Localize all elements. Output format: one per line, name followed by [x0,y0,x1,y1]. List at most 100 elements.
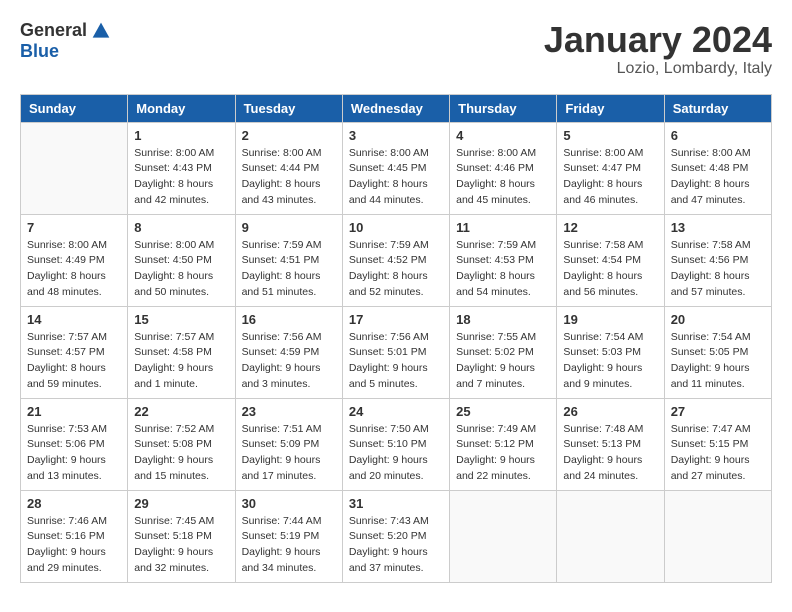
calendar-day-cell: 25Sunrise: 7:49 AMSunset: 5:12 PMDayligh… [450,398,557,490]
day-number: 3 [349,128,443,143]
day-number: 1 [134,128,228,143]
day-number: 4 [456,128,550,143]
calendar-day-cell: 11Sunrise: 7:59 AMSunset: 4:53 PMDayligh… [450,214,557,306]
day-info: Sunrise: 7:57 AMSunset: 4:58 PMDaylight:… [134,330,228,393]
calendar-day-cell: 29 Sunrise: 7:45 AMSunset: 5:18 PMDayligh… [128,490,235,582]
calendar-week-row: 28 Sunrise: 7:46 AMSunset: 5:16 PMDayligh… [21,490,772,582]
day-info: Sunrise: 8:00 AMSunset: 4:43 PMDaylight:… [134,146,228,209]
day-info: Sunrise: 7:59 AMSunset: 4:51 PMDaylight:… [242,238,336,301]
day-info: Sunrise: 8:00 AMSunset: 4:50 PMDaylight:… [134,238,228,301]
calendar-day-cell [450,490,557,582]
month-title: January 2024 [544,20,772,60]
day-info: Sunrise: 7:54 AMSunset: 5:03 PMDaylight:… [563,330,657,393]
column-header-sunday: Sunday [21,94,128,122]
day-number: 27 [671,404,765,419]
calendar-table: SundayMondayTuesdayWednesdayThursdayFrid… [20,94,772,583]
day-info: Sunrise: 7:45 AMSunset: 5:18 PMDaylight:… [134,514,228,577]
day-number: 28 [27,496,121,511]
calendar-day-cell: 5Sunrise: 8:00 AMSunset: 4:47 PMDaylight… [557,122,664,214]
calendar-day-cell: 9 Sunrise: 7:59 AMSunset: 4:51 PMDaylight… [235,214,342,306]
calendar-day-cell [21,122,128,214]
day-info: Sunrise: 7:43 AMSunset: 5:20 PMDaylight:… [349,514,443,577]
calendar-day-cell: 13 Sunrise: 7:58 AMSunset: 4:56 PMDayligh… [664,214,771,306]
logo: General Blue [20,20,111,62]
day-info: Sunrise: 7:58 AMSunset: 4:54 PMDaylight:… [563,238,657,301]
day-info: Sunrise: 7:46 AMSunset: 5:16 PMDaylight:… [27,514,121,577]
day-number: 20 [671,312,765,327]
calendar-day-cell: 18 Sunrise: 7:55 AMSunset: 5:02 PMDayligh… [450,306,557,398]
calendar-day-cell: 10Sunrise: 7:59 AMSunset: 4:52 PMDayligh… [342,214,449,306]
day-info: Sunrise: 7:58 AMSunset: 4:56 PMDaylight:… [671,238,765,301]
day-info: Sunrise: 8:00 AMSunset: 4:45 PMDaylight:… [349,146,443,209]
calendar-day-cell: 7 Sunrise: 8:00 AMSunset: 4:49 PMDaylight… [21,214,128,306]
calendar-week-row: 7 Sunrise: 8:00 AMSunset: 4:49 PMDaylight… [21,214,772,306]
day-number: 25 [456,404,550,419]
calendar-week-row: 1 Sunrise: 8:00 AMSunset: 4:43 PMDaylight… [21,122,772,214]
calendar-day-cell: 31 Sunrise: 7:43 AMSunset: 5:20 PMDayligh… [342,490,449,582]
day-number: 11 [456,220,550,235]
calendar-day-cell: 21 Sunrise: 7:53 AMSunset: 5:06 PMDayligh… [21,398,128,490]
day-number: 12 [563,220,657,235]
calendar-day-cell: 14 Sunrise: 7:57 AMSunset: 4:57 PMDayligh… [21,306,128,398]
day-info: Sunrise: 7:55 AMSunset: 5:02 PMDaylight:… [456,330,550,393]
logo-general-text: General [20,20,87,41]
day-number: 2 [242,128,336,143]
day-info: Sunrise: 8:00 AMSunset: 4:49 PMDaylight:… [27,238,121,301]
calendar-week-row: 14 Sunrise: 7:57 AMSunset: 4:57 PMDayligh… [21,306,772,398]
calendar-day-cell [664,490,771,582]
day-info: Sunrise: 7:54 AMSunset: 5:05 PMDaylight:… [671,330,765,393]
day-number: 15 [134,312,228,327]
day-info: Sunrise: 7:51 AMSunset: 5:09 PMDaylight:… [242,422,336,485]
day-info: Sunrise: 7:56 AMSunset: 4:59 PMDaylight:… [242,330,336,393]
calendar-day-cell: 23 Sunrise: 7:51 AMSunset: 5:09 PMDayligh… [235,398,342,490]
calendar-day-cell: 16 Sunrise: 7:56 AMSunset: 4:59 PMDayligh… [235,306,342,398]
page-header: General Blue January 2024 Lozio, Lombard… [20,20,772,78]
calendar-day-cell [557,490,664,582]
day-number: 14 [27,312,121,327]
calendar-day-cell: 12 Sunrise: 7:58 AMSunset: 4:54 PMDayligh… [557,214,664,306]
day-info: Sunrise: 7:44 AMSunset: 5:19 PMDaylight:… [242,514,336,577]
calendar-day-cell: 30 Sunrise: 7:44 AMSunset: 5:19 PMDayligh… [235,490,342,582]
calendar-day-cell: 26 Sunrise: 7:48 AMSunset: 5:13 PMDayligh… [557,398,664,490]
calendar-day-cell: 15 Sunrise: 7:57 AMSunset: 4:58 PMDayligh… [128,306,235,398]
logo-icon [91,21,111,41]
day-number: 8 [134,220,228,235]
calendar-day-cell: 4Sunrise: 8:00 AMSunset: 4:46 PMDaylight… [450,122,557,214]
day-number: 16 [242,312,336,327]
calendar-day-cell: 8 Sunrise: 8:00 AMSunset: 4:50 PMDaylight… [128,214,235,306]
day-number: 21 [27,404,121,419]
day-number: 18 [456,312,550,327]
day-info: Sunrise: 7:57 AMSunset: 4:57 PMDaylight:… [27,330,121,393]
day-number: 23 [242,404,336,419]
day-number: 31 [349,496,443,511]
calendar-week-row: 21 Sunrise: 7:53 AMSunset: 5:06 PMDayligh… [21,398,772,490]
day-number: 9 [242,220,336,235]
column-header-friday: Friday [557,94,664,122]
column-header-monday: Monday [128,94,235,122]
day-info: Sunrise: 7:53 AMSunset: 5:06 PMDaylight:… [27,422,121,485]
day-number: 13 [671,220,765,235]
day-info: Sunrise: 7:48 AMSunset: 5:13 PMDaylight:… [563,422,657,485]
calendar-header-row: SundayMondayTuesdayWednesdayThursdayFrid… [21,94,772,122]
day-number: 30 [242,496,336,511]
calendar-day-cell: 2 Sunrise: 8:00 AMSunset: 4:44 PMDaylight… [235,122,342,214]
calendar-day-cell: 19 Sunrise: 7:54 AMSunset: 5:03 PMDayligh… [557,306,664,398]
day-number: 19 [563,312,657,327]
calendar-day-cell: 17Sunrise: 7:56 AMSunset: 5:01 PMDayligh… [342,306,449,398]
calendar-day-cell: 1 Sunrise: 8:00 AMSunset: 4:43 PMDaylight… [128,122,235,214]
day-info: Sunrise: 8:00 AMSunset: 4:44 PMDaylight:… [242,146,336,209]
day-number: 26 [563,404,657,419]
day-number: 10 [349,220,443,235]
calendar-day-cell: 3 Sunrise: 8:00 AMSunset: 4:45 PMDaylight… [342,122,449,214]
day-number: 7 [27,220,121,235]
calendar-day-cell: 6Sunrise: 8:00 AMSunset: 4:48 PMDaylight… [664,122,771,214]
day-info: Sunrise: 8:00 AMSunset: 4:47 PMDaylight:… [563,146,657,209]
calendar-day-cell: 22Sunrise: 7:52 AMSunset: 5:08 PMDayligh… [128,398,235,490]
day-number: 29 [134,496,228,511]
calendar-day-cell: 28 Sunrise: 7:46 AMSunset: 5:16 PMDayligh… [21,490,128,582]
column-header-tuesday: Tuesday [235,94,342,122]
calendar-day-cell: 24Sunrise: 7:50 AMSunset: 5:10 PMDayligh… [342,398,449,490]
day-number: 22 [134,404,228,419]
day-info: Sunrise: 7:47 AMSunset: 5:15 PMDaylight:… [671,422,765,485]
location-text: Lozio, Lombardy, Italy [544,60,772,78]
